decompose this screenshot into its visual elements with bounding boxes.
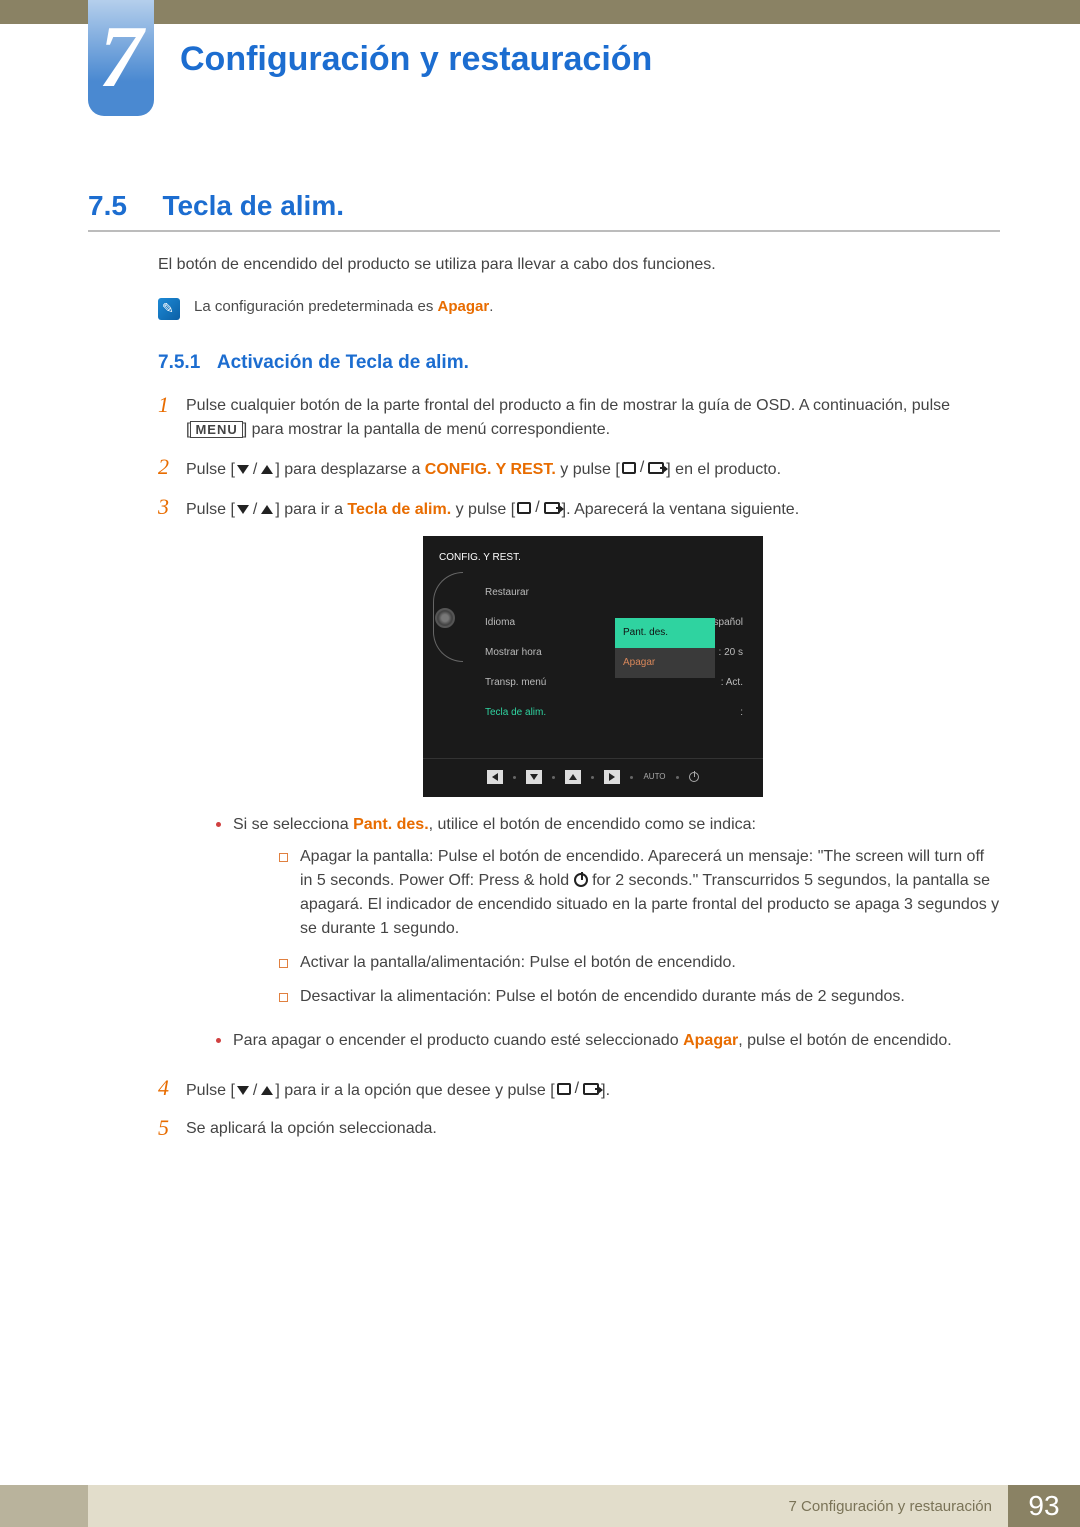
- osd-value: : Act.: [721, 671, 743, 695]
- chapter-badge: 7: [88, 0, 154, 116]
- sub-bullet-text: Desactivar la alimentación: Pulse el bot…: [300, 985, 905, 1009]
- section-title: Tecla de alim.: [162, 190, 344, 221]
- step3-text-d: ]. Aparecerá la ventana siguiente.: [562, 501, 800, 518]
- osd-popup-unselected: Apagar: [615, 648, 715, 678]
- down-up-icon: /: [235, 1079, 275, 1103]
- note-icon: [158, 298, 180, 320]
- footer-left-block: [0, 1485, 88, 1527]
- chapter-title: Configuración y restauración: [180, 40, 652, 79]
- screen-enter-icon: /: [620, 456, 666, 480]
- step-number: 3: [158, 496, 186, 518]
- right-icon: [604, 770, 620, 784]
- bullet-list-1: Si se selecciona Pant. des., utilice el …: [216, 813, 1000, 1053]
- step4-text-b: ] para ir a la opción que desee y pulse …: [275, 1082, 554, 1099]
- left-icon: [487, 770, 503, 784]
- osd-popup-selected: Pant. des.: [615, 618, 715, 648]
- step-body: Se aplicará la opción seleccionada.: [186, 1117, 1000, 1141]
- osd-popup: Pant. des. Apagar: [615, 618, 715, 678]
- step3-text-a: Pulse [: [186, 501, 235, 518]
- menu-key: MENU: [190, 421, 242, 438]
- step-4: 4 Pulse [/] para ir a la opción que dese…: [158, 1077, 1000, 1103]
- step-number: 1: [158, 394, 186, 416]
- osd-row-tecla-alim: Tecla de alim.:: [479, 698, 749, 728]
- subsection-heading: 7.5.1 Activación de Tecla de alim.: [158, 352, 1000, 374]
- sub-bullet-item: Apagar la pantalla: Pulse el botón de en…: [279, 845, 1000, 941]
- osd-label: Mostrar hora: [485, 641, 542, 665]
- bullet-item: Si se selecciona Pant. des., utilice el …: [216, 813, 1000, 1019]
- step3-text-b: ] para ir a: [275, 501, 347, 518]
- steps-list: 1 Pulse cualquier botón de la parte fron…: [158, 394, 1000, 1141]
- step-body: Pulse cualquier botón de la parte fronta…: [186, 394, 1000, 442]
- step2-highlight: CONFIG. Y REST.: [425, 461, 556, 478]
- step-2: 2 Pulse [/] para desplazarse a CONFIG. Y…: [158, 456, 1000, 482]
- note-post: .: [489, 298, 493, 315]
- subsection-number: 7.5.1: [158, 352, 200, 373]
- note-block: La configuración predeterminada es Apaga…: [158, 298, 1000, 320]
- step4-text-a: Pulse [: [186, 1082, 235, 1099]
- bullet-highlight: Pant. des.: [353, 816, 429, 833]
- bullet-text: Para apagar o encender el producto cuand…: [233, 1032, 683, 1049]
- bullet-text: , utilice el botón de encendido como se …: [429, 816, 756, 833]
- step2-text-b: ] para desplazarse a: [275, 461, 424, 478]
- screen-enter-icon: /: [555, 1077, 601, 1101]
- down-up-icon: /: [235, 458, 275, 482]
- down-icon: [526, 770, 542, 784]
- osd-label: Restaurar: [485, 581, 529, 605]
- osd-title: CONFIG. Y REST.: [423, 546, 763, 570]
- page-footer: 7 Configuración y restauración 93: [0, 1485, 1080, 1527]
- gear-icon: [435, 608, 455, 628]
- bullet-item: Para apagar o encender el producto cuand…: [216, 1029, 1000, 1053]
- step2-text-c: y pulse [: [556, 461, 620, 478]
- step-3: 3 Pulse [/] para ir a Tecla de alim. y p…: [158, 496, 1000, 1063]
- header-bar: [0, 0, 1080, 24]
- step3-highlight: Tecla de alim.: [347, 501, 451, 518]
- step-body: Pulse [/] para ir a la opción que desee …: [186, 1077, 1000, 1103]
- intro-text: El botón de encendido del producto se ut…: [158, 256, 1000, 274]
- step2-text-a: Pulse [: [186, 461, 235, 478]
- osd-screenshot: CONFIG. Y REST. Restaurar Idioma: Españo…: [423, 536, 763, 797]
- section-underline: [88, 230, 1000, 232]
- up-icon: [565, 770, 581, 784]
- bullet-highlight: Apagar: [683, 1032, 738, 1049]
- note-text: La configuración predeterminada es Apaga…: [194, 298, 493, 315]
- power-icon: [689, 772, 699, 782]
- sub-bullet-item: Activar la pantalla/alimentación: Pulse …: [279, 951, 1000, 975]
- footer-label: 7 Configuración y restauración: [88, 1485, 1008, 1527]
- step-body: Pulse [/] para desplazarse a CONFIG. Y R…: [186, 456, 1000, 482]
- screen-enter-icon: /: [515, 496, 561, 520]
- step2-text-d: ] en el producto.: [666, 461, 781, 478]
- step-number: 2: [158, 456, 186, 478]
- osd-label: Tecla de alim.: [485, 701, 546, 725]
- step-1: 1 Pulse cualquier botón de la parte fron…: [158, 394, 1000, 442]
- page-number: 93: [1008, 1485, 1080, 1527]
- section-heading: 7.5 Tecla de alim.: [88, 190, 1000, 232]
- sub-bullet-text: Activar la pantalla/alimentación: Pulse …: [300, 951, 736, 975]
- step-body: Pulse [/] para ir a Tecla de alim. y pul…: [186, 496, 1000, 1063]
- content-area: 7.5 Tecla de alim. El botón de encendido…: [88, 190, 1000, 1155]
- sub-bullet-list: Apagar la pantalla: Pulse el botón de en…: [279, 845, 1000, 1009]
- osd-footer: AUTO: [423, 758, 763, 789]
- note-pre: La configuración predeterminada es: [194, 298, 438, 315]
- step-5: 5 Se aplicará la opción seleccionada.: [158, 1117, 1000, 1141]
- osd-value: : 20 s: [719, 641, 743, 665]
- step3-text-c: y pulse [: [451, 501, 515, 518]
- step-number: 5: [158, 1117, 186, 1139]
- osd-label: Transp. menú: [485, 671, 546, 695]
- auto-label: AUTO: [643, 765, 665, 789]
- osd-value: :: [740, 701, 743, 725]
- subsection-title: Activación de Tecla de alim.: [217, 352, 469, 373]
- section-number: 7.5: [88, 190, 158, 222]
- power-icon: [574, 873, 588, 887]
- bullet-text: , pulse el botón de encendido.: [738, 1032, 952, 1049]
- bullet-text: Si se selecciona: [233, 816, 353, 833]
- down-up-icon: /: [235, 498, 275, 522]
- step1-text-b: ] para mostrar la pantalla de menú corre…: [243, 421, 610, 438]
- step-number: 4: [158, 1077, 186, 1099]
- sub-bullet-item: Desactivar la alimentación: Pulse el bot…: [279, 985, 1000, 1009]
- osd-row-restaurar: Restaurar: [479, 578, 749, 608]
- osd-label: Idioma: [485, 611, 515, 635]
- note-highlight: Apagar: [438, 298, 490, 315]
